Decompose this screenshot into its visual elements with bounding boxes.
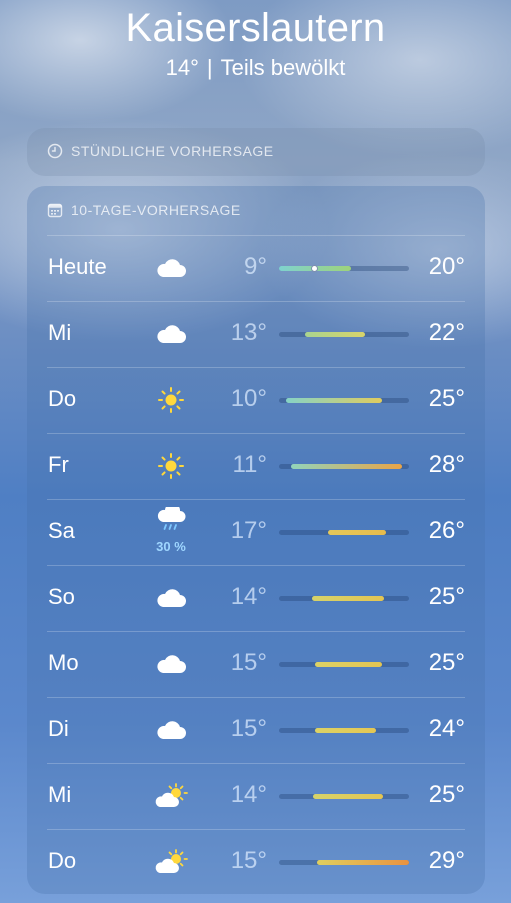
temperature-range-bar [279, 596, 409, 601]
forecast-row[interactable]: Fr 11° 28° [27, 433, 485, 499]
low-temperature: 11° [232, 451, 267, 478]
high-temperature: 24° [428, 715, 465, 742]
forecast-row[interactable]: Di 15° 24° [27, 697, 485, 763]
day-label: Di [48, 716, 69, 741]
low-temperature: 17° [230, 517, 267, 544]
low-temperature: 13° [230, 319, 267, 346]
day-label: So [48, 584, 75, 609]
temperature-range-bar [279, 332, 409, 337]
temperature-range-fill [290, 464, 403, 469]
temperature-range-bar [279, 794, 409, 799]
forecast-row[interactable]: So 14° 25° [27, 565, 485, 631]
cloud-icon [154, 717, 188, 743]
high-temperature: 25° [428, 583, 465, 610]
forecast-row[interactable]: Heute 9° 20° [27, 235, 485, 301]
current-temperature-marker [310, 265, 318, 272]
temperature-range-fill [316, 860, 409, 865]
temperature-range-bar [279, 464, 409, 469]
temperature-range-fill [328, 530, 386, 535]
forecast-row[interactable]: Do 10° 25° [27, 367, 485, 433]
high-temperature: 22° [428, 319, 465, 346]
temperature-range-bar [279, 398, 409, 403]
temperature-range-bar [279, 265, 409, 272]
precipitation-chance: 30 % [156, 539, 186, 554]
calendar-icon [47, 203, 63, 218]
ten-day-forecast-card[interactable]: 10-TAGE-VORHERSAGE Heute 9° 20° Mi 13° 22° Do 1… [27, 186, 485, 894]
low-temperature: 10° [230, 385, 267, 412]
day-label: Fr [48, 452, 69, 477]
current-conditions: 14° | Teils bewölkt [0, 54, 511, 82]
cloud-icon [154, 651, 188, 677]
high-temperature: 25° [428, 385, 465, 412]
cloud-icon [154, 321, 188, 347]
condition-text: Teils bewölkt [220, 55, 346, 80]
low-temperature: 15° [230, 649, 267, 676]
temperature-range-bar [279, 728, 409, 733]
clock-icon [47, 143, 63, 159]
day-label: Do [48, 386, 77, 411]
high-temperature: 20° [428, 253, 465, 280]
temperature-range-fill [311, 596, 385, 601]
day-label: Mi [48, 320, 72, 345]
forecast-row[interactable]: Mi 14° 25° [27, 763, 485, 829]
location-header: Kaiserslautern 14° | Teils bewölkt [0, 4, 511, 82]
current-temperature: 14° [165, 55, 199, 80]
ten-day-forecast-label: 10-TAGE-VORHERSAGE [71, 202, 241, 218]
cloud-icon [154, 255, 188, 281]
temperature-range-fill [315, 728, 377, 733]
low-temperature: 15° [230, 715, 267, 742]
cloud-rain-icon [154, 502, 188, 533]
temperature-range-fill [312, 794, 383, 799]
temperature-range-bar [279, 860, 409, 865]
high-temperature: 29° [428, 847, 465, 874]
temperature-range-bar [279, 662, 409, 667]
day-label: Do [48, 848, 77, 873]
high-temperature: 25° [428, 649, 465, 676]
hourly-forecast-label: STÜNDLICHE VORHERSAGE [71, 143, 274, 159]
temperature-range-fill [305, 332, 365, 337]
sun-icon [154, 453, 188, 479]
conditions-separator: | [206, 55, 213, 80]
high-temperature: 25° [428, 781, 465, 808]
day-label: Sa [48, 518, 75, 543]
forecast-row[interactable]: Mo 15° 25° [27, 631, 485, 697]
low-temperature: 9° [244, 253, 267, 280]
day-label: Heute [48, 254, 107, 279]
cloud-icon [154, 585, 188, 611]
sun-cloud-icon [154, 849, 188, 875]
forecast-rows: Heute 9° 20° Mi 13° 22° Do 10° 25° Fr 11° 28° Sa 30 %… [27, 235, 485, 895]
sun-cloud-icon [154, 783, 188, 809]
low-temperature: 15° [230, 847, 267, 874]
city-name: Kaiserslautern [125, 6, 386, 50]
low-temperature: 14° [230, 781, 267, 808]
sun-icon [154, 387, 188, 413]
forecast-row[interactable]: Do 15° 29° [27, 829, 485, 895]
hourly-forecast-card[interactable]: STÜNDLICHE VORHERSAGE [27, 128, 485, 176]
high-temperature: 28° [428, 451, 465, 478]
day-label: Mi [48, 782, 72, 807]
day-label: Mo [48, 650, 79, 675]
high-temperature: 26° [428, 517, 465, 544]
temperature-range-fill [315, 662, 382, 667]
temperature-range-bar [279, 530, 409, 535]
forecast-row[interactable]: Sa 30 % 17° 26° [27, 499, 485, 565]
low-temperature: 14° [230, 583, 267, 610]
temperature-range-fill [285, 398, 382, 403]
forecast-row[interactable]: Mi 13° 22° [27, 301, 485, 367]
